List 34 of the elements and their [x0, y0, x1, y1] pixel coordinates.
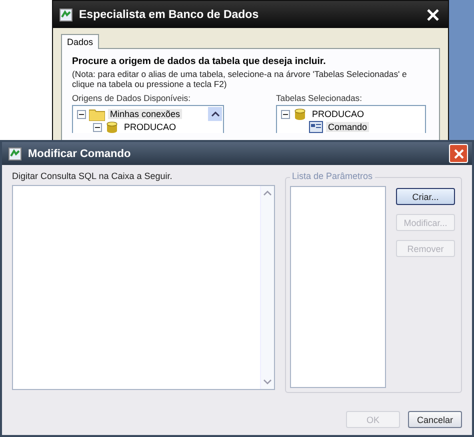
tree-view[interactable]: Minhas conexões PRODUCAO	[72, 104, 224, 133]
tree-item[interactable]: PRODUCAO	[310, 109, 366, 120]
tree-item[interactable]: PRODUCAO	[122, 122, 178, 132]
expander-icon[interactable]	[77, 110, 86, 119]
chevron-down-icon[interactable]	[263, 379, 272, 385]
group-title: Lista de Parâmetros	[290, 171, 375, 181]
tree-item[interactable]: Minhas conexões	[108, 109, 182, 120]
chevron-up-icon[interactable]	[263, 190, 272, 196]
close-icon	[427, 8, 439, 20]
chevron-up-icon	[210, 110, 220, 117]
note-text: (Nota: para editar o alias de uma tabela, selecione-a na árvore 'Tabelas Selecionadas' e clique na tabela ou pressione a tecla F2)	[72, 69, 408, 90]
scrollbar[interactable]	[260, 186, 274, 389]
app-icon	[59, 8, 73, 22]
heading: Procure a origem de dados da tabela que deseja incluir.	[72, 56, 327, 67]
tree-item[interactable]: Comando	[326, 122, 370, 132]
action-button[interactable]: Criar...	[396, 188, 455, 205]
tree-view[interactable]: PRODUCAO Comando	[276, 104, 426, 133]
field-label: Digitar Consulta SQL na Caixa a Seguir.	[12, 171, 174, 183]
window-title: Modificar Comando	[28, 148, 132, 160]
dialog-button[interactable]: Cancelar	[408, 411, 462, 428]
field-label: Tabelas Selecionadas:	[276, 92, 363, 103]
command-icon	[309, 121, 323, 133]
database-icon	[293, 108, 307, 121]
app-icon	[8, 146, 22, 160]
scroll-up-button[interactable]	[207, 106, 223, 122]
parameter-list[interactable]	[290, 186, 386, 388]
database-icon	[105, 120, 119, 133]
window-title: Especialista em Banco de Dados	[79, 8, 260, 20]
close-icon	[454, 148, 464, 158]
folder-icon	[89, 108, 105, 121]
tab[interactable]: Dados	[61, 34, 100, 49]
expander-icon[interactable]	[93, 122, 102, 132]
expander-icon[interactable]	[281, 110, 290, 119]
field-label: Origens de Dados Disponíveis:	[72, 92, 192, 103]
